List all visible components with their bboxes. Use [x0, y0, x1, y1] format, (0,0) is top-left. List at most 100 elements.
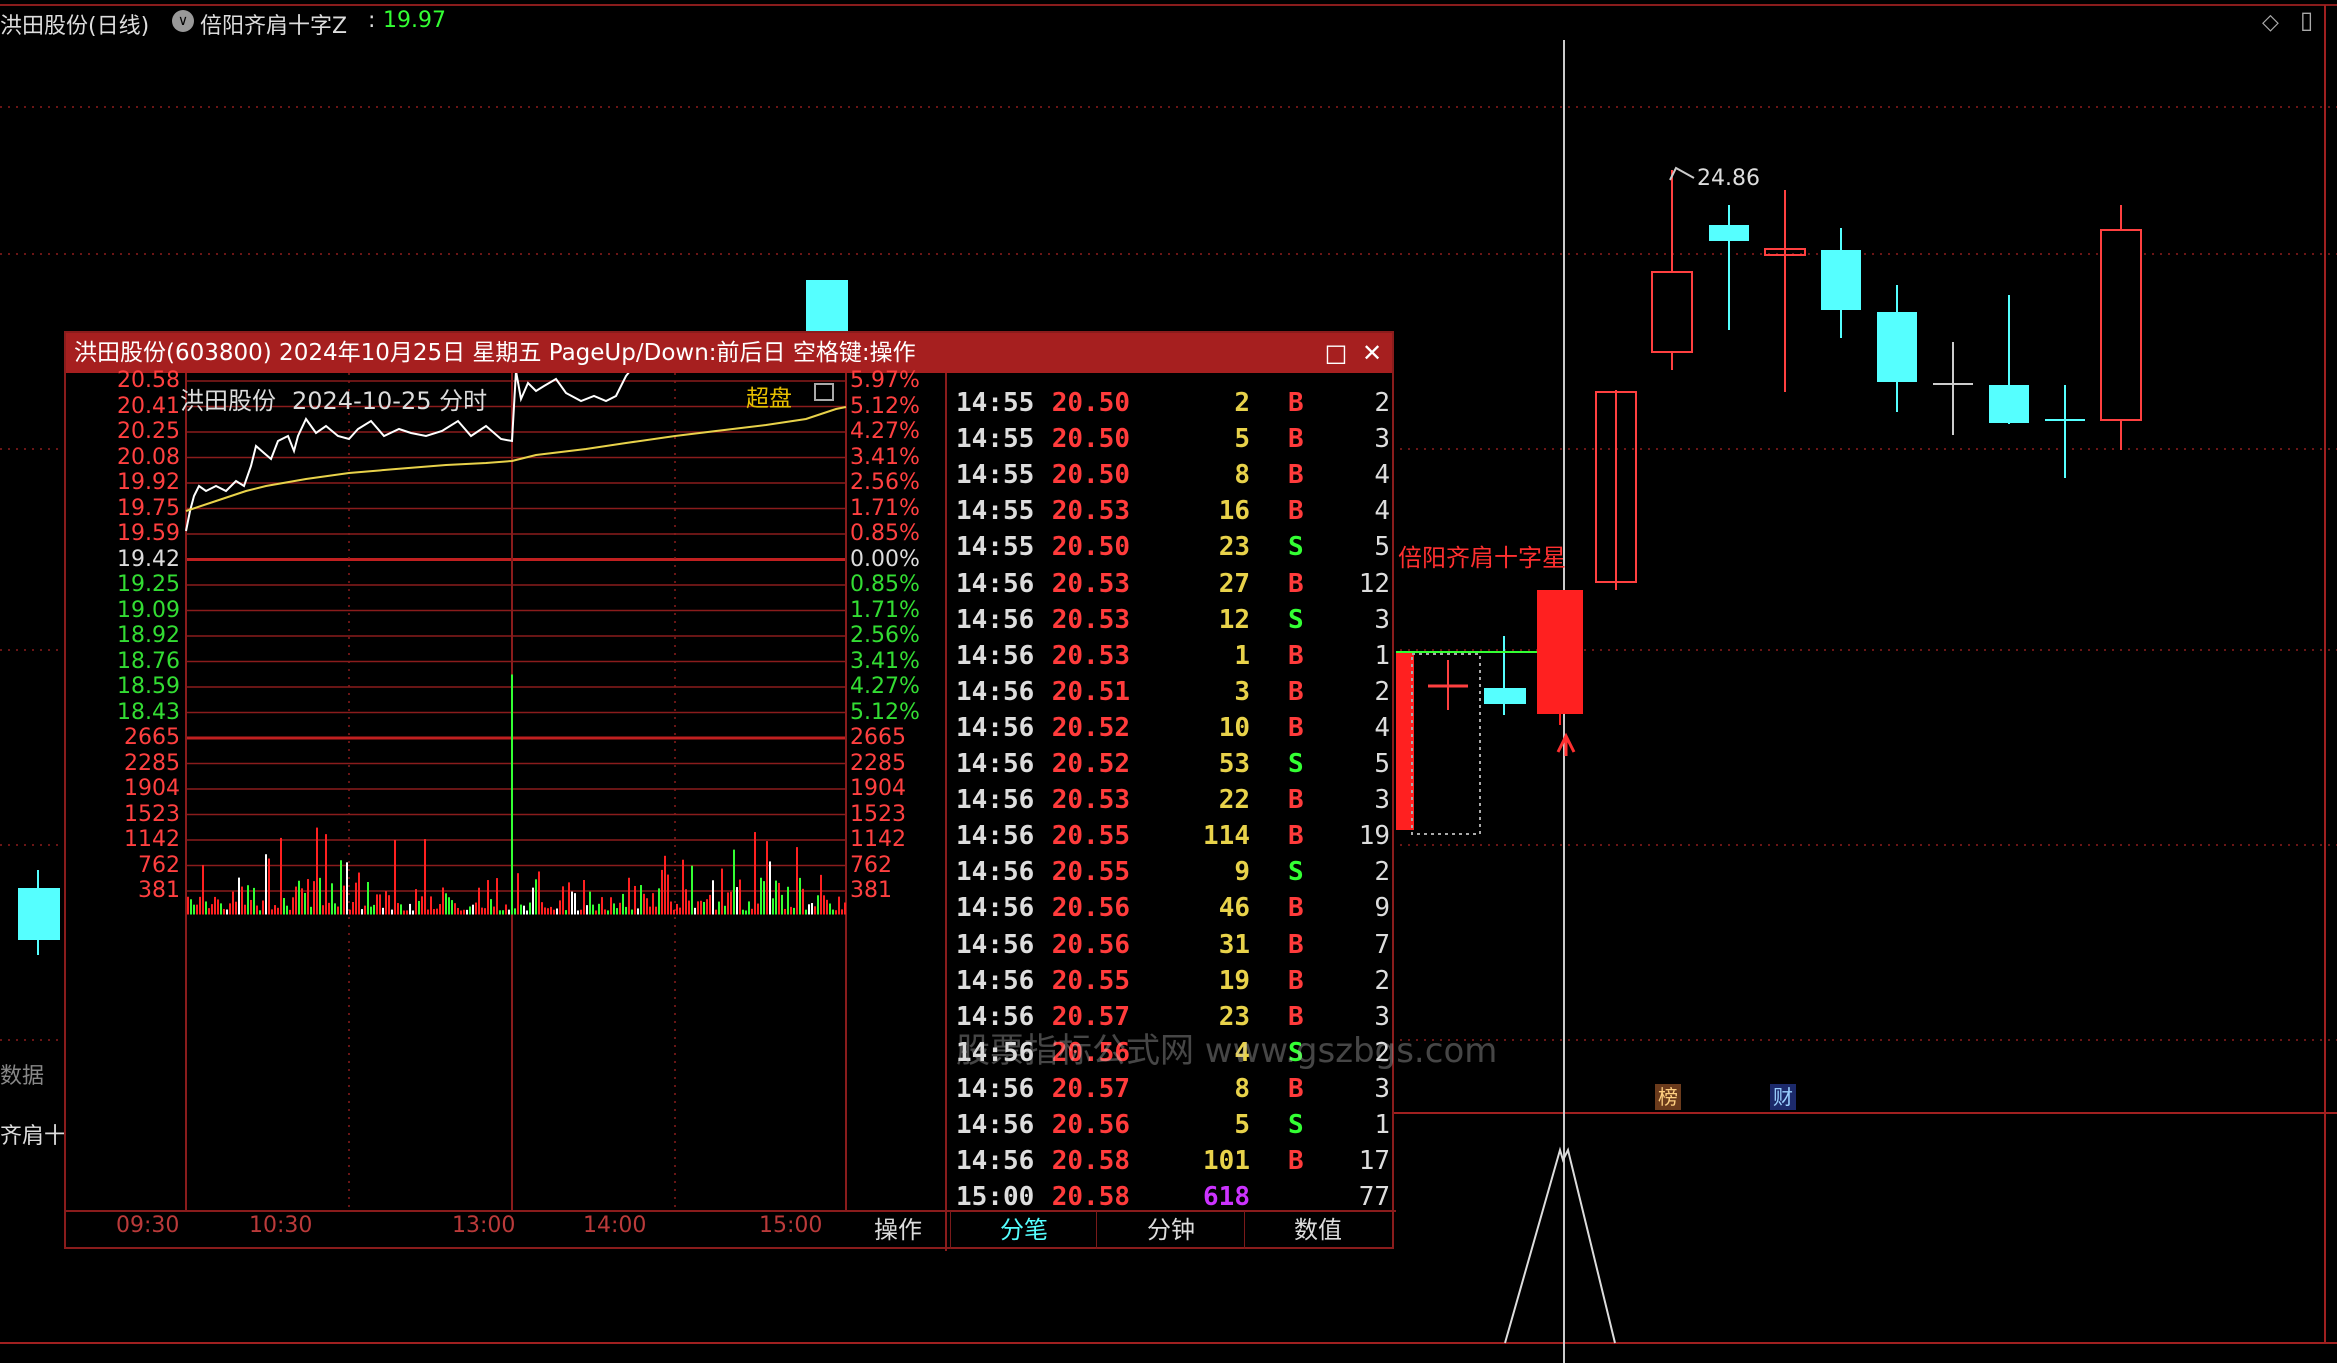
intraday-popup[interactable]: 洪田股份(603800) 2024年10月25日 星期五 PageUp/Down…: [64, 331, 1497, 1251]
tab-ticks[interactable]: 分笔: [950, 1211, 1097, 1249]
candle: [1933, 342, 1973, 435]
tab-minutes[interactable]: 分钟: [1096, 1211, 1245, 1249]
trade-count: 4: [1374, 712, 1390, 743]
trade-side: B: [1288, 568, 1304, 599]
trade-price: 20.52: [1051, 712, 1130, 743]
trade-row[interactable]: 14:56 20.52 10 B 4: [950, 710, 1390, 746]
trade-row[interactable]: 14:56 20.53 1 B 1: [950, 638, 1390, 674]
trade-row[interactable]: 14:55 20.53 16 B 4: [950, 493, 1390, 529]
toggle-icon[interactable]: [814, 383, 834, 401]
trade-row[interactable]: 14:56 20.55 114 B 19: [950, 818, 1390, 854]
trade-row[interactable]: 15:00 20.58 618 77: [950, 1179, 1390, 1215]
trade-count: 2: [1374, 965, 1390, 996]
trade-row[interactable]: 14:56 20.57 8 B 3: [950, 1071, 1390, 1107]
trade-count: 5: [1374, 532, 1390, 563]
trade-count: 4: [1374, 496, 1390, 527]
candle: [1428, 660, 1468, 710]
trade-volume: 3: [1234, 676, 1250, 707]
finance-badge[interactable]: 财: [1770, 1084, 1796, 1110]
trade-row[interactable]: 14:55 20.50 2 B 2: [950, 385, 1390, 421]
price-tick: 20.08: [117, 444, 180, 470]
trade-price: 20.53: [1051, 785, 1130, 816]
candle: [18, 870, 60, 955]
tab-values[interactable]: 数值: [1244, 1211, 1391, 1249]
indicator-name: 倍阳齐肩十字Z: [200, 14, 348, 39]
candle: [2100, 205, 2142, 450]
chaopan-button[interactable]: 超盘: [746, 379, 792, 413]
signal-label: 倍阳齐肩十字星: [1398, 544, 1566, 572]
trade-volume: 5: [1234, 424, 1250, 455]
settings-icon[interactable]: ▯: [2300, 6, 2313, 34]
candle: [1821, 228, 1861, 338]
trade-row[interactable]: 14:56 20.56 46 B 9: [950, 890, 1390, 926]
trade-volume: 1: [1234, 640, 1250, 671]
high-price-marker: 24.86: [1697, 166, 1760, 191]
rank-badge[interactable]: 榜: [1655, 1084, 1681, 1110]
trade-row[interactable]: 14:56 20.52 53 S 5: [950, 746, 1390, 782]
trade-volume: 114: [1203, 821, 1250, 852]
trade-price: 20.50: [1051, 388, 1130, 418]
trade-side: B: [1288, 893, 1304, 924]
trade-volume: 46: [1218, 893, 1250, 924]
trade-row[interactable]: 14:56 20.51 3 B 2: [950, 674, 1390, 710]
candle: [1484, 636, 1526, 715]
trade-row[interactable]: 14:56 20.53 12 S 3: [950, 602, 1390, 638]
trade-count: 7: [1374, 929, 1390, 960]
volume-tick: 1142: [850, 827, 906, 852]
price-tick: 19.75: [117, 495, 180, 521]
volume-tick: 2285: [124, 750, 180, 776]
volume-tick: 1904: [850, 776, 906, 801]
trade-price: 20.56: [1051, 893, 1130, 924]
trade-volume: 2: [1234, 388, 1250, 418]
trade-count: 1: [1374, 1110, 1390, 1140]
trade-row[interactable]: 14:55 20.50 23 S 5: [950, 529, 1390, 565]
trade-row[interactable]: 14:55 20.50 5 B 3: [950, 421, 1390, 457]
chevron-down-icon[interactable]: ∨: [172, 10, 194, 32]
volume-tick: 1142: [124, 827, 180, 852]
trade-row[interactable]: 14:56 20.55 9 S 2: [950, 854, 1390, 890]
volume-tick: 762: [138, 852, 180, 878]
volume-tick: 381: [850, 878, 892, 903]
close-icon[interactable]: ✕: [1358, 339, 1386, 367]
trade-side: B: [1288, 1146, 1304, 1177]
trade-count: 5: [1374, 749, 1390, 779]
trade-volume: 53: [1218, 749, 1250, 779]
price-tick: 18.92: [117, 623, 180, 648]
price-tick: 18.59: [117, 674, 180, 699]
time-tick: 10:30: [249, 1213, 313, 1238]
candle: [2045, 385, 2085, 478]
tab-bar: 分笔 分钟 数值: [950, 1211, 1390, 1249]
trade-price: 20.55: [1051, 857, 1130, 888]
diamond-icon[interactable]: ◇: [2262, 10, 2279, 35]
trade-row[interactable]: 14:56 20.55 19 B 2: [950, 963, 1390, 999]
trade-row[interactable]: 14:56 20.58 101 B 17: [950, 1143, 1390, 1179]
pct-tick: 5.97%: [850, 368, 920, 393]
trade-price: 20.50: [1051, 532, 1130, 563]
trade-count: 3: [1374, 604, 1390, 635]
trade-row[interactable]: 14:56 20.56 31 B 7: [950, 927, 1390, 963]
trade-row[interactable]: 14:56 20.56 5 S 1: [950, 1107, 1390, 1143]
pct-tick: 3.41%: [850, 648, 920, 674]
trade-count: 4: [1374, 460, 1390, 491]
popup-titlebar[interactable]: 洪田股份(603800) 2024年10月25日 星期五 PageUp/Down…: [66, 333, 1392, 373]
pct-tick: 1.71%: [850, 597, 920, 623]
price-tick: 18.43: [117, 699, 180, 725]
trade-count: 2: [1374, 388, 1390, 418]
candle: [1595, 390, 1637, 590]
pct-tick: 0.85%: [850, 521, 920, 546]
trade-side: B: [1288, 676, 1304, 707]
pct-tick: 0.00%: [850, 546, 920, 572]
maximize-icon[interactable]: □: [1322, 339, 1350, 367]
data-label[interactable]: 数据: [0, 1058, 44, 1090]
trade-side: B: [1288, 460, 1304, 491]
operate-button[interactable]: 操作: [850, 1211, 946, 1249]
candle: [1651, 170, 1693, 370]
price-tick: 19.42: [117, 546, 180, 572]
candle: [1877, 285, 1917, 412]
trade-row[interactable]: 14:56 20.53 22 B 3: [950, 782, 1390, 818]
trade-row[interactable]: 14:55 20.50 8 B 4: [950, 457, 1390, 493]
pct-tick: 2.56%: [850, 470, 920, 495]
trade-count: 2: [1374, 676, 1390, 707]
volume-tick: 2665: [850, 725, 906, 750]
trade-row[interactable]: 14:56 20.53 27 B 12: [950, 566, 1390, 602]
